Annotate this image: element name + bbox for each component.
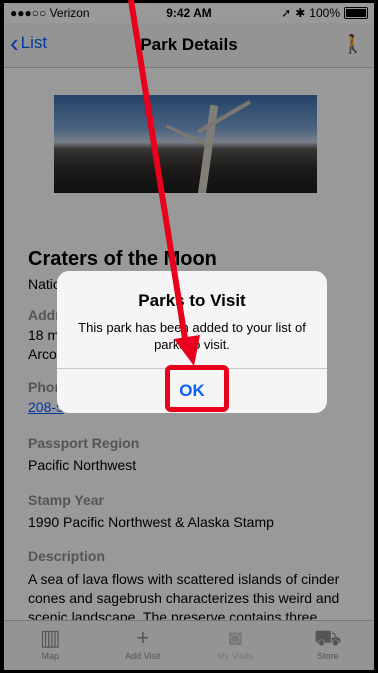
arrow-head xyxy=(174,335,200,366)
arrow-shaft xyxy=(128,0,189,346)
red-arrow-annotation xyxy=(128,0,200,366)
